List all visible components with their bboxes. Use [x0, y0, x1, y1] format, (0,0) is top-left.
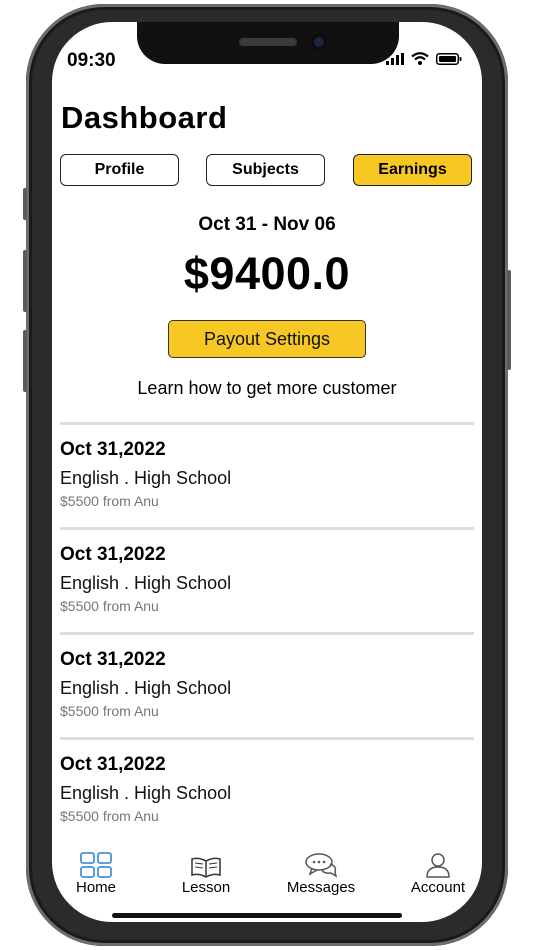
- speaker: [239, 38, 297, 46]
- person-icon: [426, 853, 450, 878]
- nav-account[interactable]: Account: [388, 848, 482, 896]
- wifi-icon: [411, 52, 429, 65]
- transaction-subject: English . High School: [60, 573, 232, 593]
- transaction-list: Oct 31,2022 English . High School $5500 …: [60, 422, 474, 842]
- volume-up-button: [23, 250, 27, 312]
- transaction-from: $5500 from Anu: [60, 493, 159, 509]
- screen: 09:30 Dashboard Profile Subjects Earning…: [52, 22, 482, 922]
- transaction-subject: English . High School: [60, 468, 232, 488]
- transaction-date: Oct 31,2022: [60, 649, 166, 670]
- list-item[interactable]: Oct 31,2022 English . High School $5500 …: [60, 530, 474, 632]
- list-item[interactable]: Oct 31,2022 English . High School $5500 …: [60, 740, 474, 842]
- nav-messages[interactable]: Messages: [271, 848, 371, 896]
- notch: [137, 22, 399, 64]
- list-item[interactable]: Oct 31,2022 English . High School $5500 …: [60, 425, 474, 527]
- mute-switch: [23, 188, 27, 220]
- tab-subjects[interactable]: Subjects: [206, 154, 325, 186]
- list-item[interactable]: Oct 31,2022 English . High School $5500 …: [60, 635, 474, 737]
- nav-label: Lesson: [181, 879, 231, 896]
- tab-profile[interactable]: Profile: [60, 154, 179, 186]
- transaction-date: Oct 31,2022: [60, 754, 166, 775]
- home-indicator[interactable]: [112, 913, 402, 918]
- transaction-subject: English . High School: [60, 678, 232, 698]
- transaction-from: $5500 from Anu: [60, 808, 159, 824]
- bottom-nav: Home Lesson Messages Account: [52, 848, 482, 900]
- nav-label: Home: [75, 879, 116, 896]
- earnings-amount: $9400.0: [183, 248, 351, 299]
- battery-icon: [436, 52, 462, 65]
- transaction-from: $5500 from Anu: [60, 703, 159, 719]
- status-icons: [386, 52, 462, 65]
- transaction-from: $5500 from Anu: [60, 598, 159, 614]
- transaction-date: Oct 31,2022: [60, 544, 166, 565]
- camera: [311, 34, 327, 50]
- nav-lesson[interactable]: Lesson: [156, 848, 256, 896]
- payout-settings-button[interactable]: Payout Settings: [168, 320, 366, 358]
- date-range: Oct 31 - Nov 06: [198, 214, 336, 235]
- tab-earnings[interactable]: Earnings: [353, 154, 472, 186]
- power-button: [507, 270, 511, 370]
- book-icon: [191, 857, 221, 878]
- nav-label: Messages: [286, 879, 356, 896]
- page-title: Dashboard: [61, 100, 228, 135]
- signal-icon: [386, 52, 404, 65]
- status-time: 09:30: [67, 50, 116, 71]
- volume-down-button: [23, 330, 27, 392]
- grid-icon: [80, 852, 112, 878]
- transaction-date: Oct 31,2022: [60, 439, 166, 460]
- nav-home[interactable]: Home: [52, 848, 146, 896]
- transaction-subject: English . High School: [60, 783, 232, 803]
- learn-more-link[interactable]: Learn how to get more customer: [52, 378, 482, 399]
- chat-icon: [305, 853, 338, 878]
- segmented-tabs: Profile Subjects Earnings: [60, 154, 474, 188]
- nav-label: Account: [410, 879, 466, 896]
